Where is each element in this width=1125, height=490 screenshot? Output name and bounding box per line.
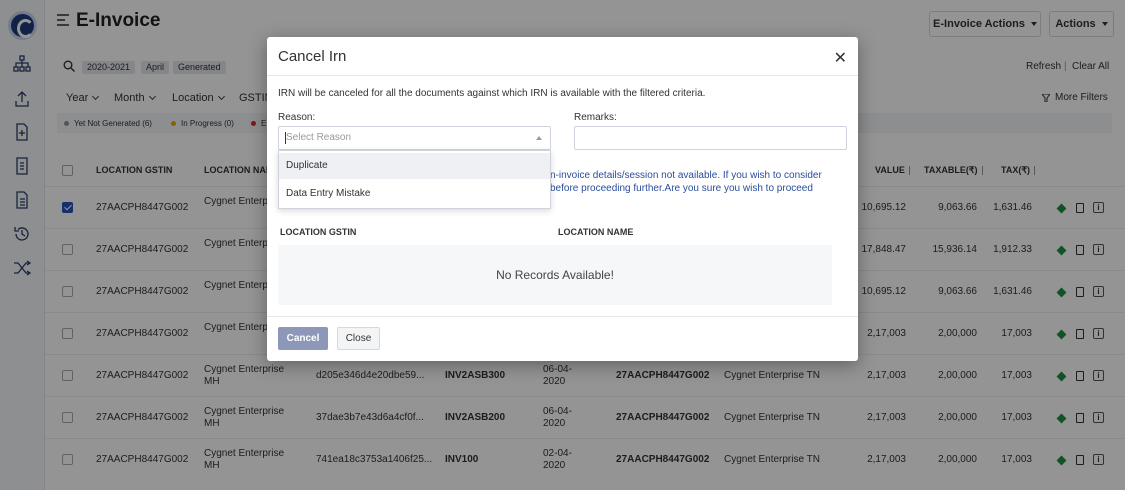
modal-col-location-gstin: LOCATION GSTIN bbox=[280, 227, 357, 237]
reason-placeholder: Select Reason bbox=[286, 132, 352, 143]
warning-line: n-invoice details/session not available.… bbox=[550, 170, 822, 181]
warning-line: before proceeding further.Are you sure y… bbox=[550, 183, 813, 194]
divider bbox=[267, 75, 858, 76]
reason-option-data-entry-mistake[interactable]: Data Entry Mistake bbox=[279, 181, 550, 207]
cancel-button[interactable]: Cancel bbox=[278, 327, 328, 350]
empty-state-text: No Records Available! bbox=[496, 268, 614, 282]
close-icon[interactable]: ✕ bbox=[834, 48, 847, 68]
divider bbox=[267, 316, 858, 317]
caret-up-icon bbox=[536, 136, 542, 140]
cancel-irn-modal: Cancel Irn ✕ IRN will be canceled for al… bbox=[267, 37, 858, 361]
reason-select[interactable]: Select Reason bbox=[278, 126, 551, 150]
modal-info-text: IRN will be canceled for all the documen… bbox=[278, 88, 706, 99]
remarks-input[interactable] bbox=[574, 126, 847, 150]
warning-text: n-invoice details/session not available.… bbox=[550, 169, 850, 195]
reason-label: Reason: bbox=[278, 112, 316, 123]
modal-col-location-name: LOCATION NAME bbox=[558, 227, 634, 237]
remarks-label: Remarks: bbox=[574, 112, 617, 123]
reason-dropdown: Duplicate Data Entry Mistake bbox=[278, 150, 551, 209]
close-button[interactable]: Close bbox=[337, 327, 380, 350]
text-cursor bbox=[285, 132, 286, 144]
modal-title: Cancel Irn bbox=[278, 48, 347, 65]
empty-state: No Records Available! bbox=[278, 245, 832, 305]
reason-option-duplicate[interactable]: Duplicate bbox=[279, 153, 550, 179]
